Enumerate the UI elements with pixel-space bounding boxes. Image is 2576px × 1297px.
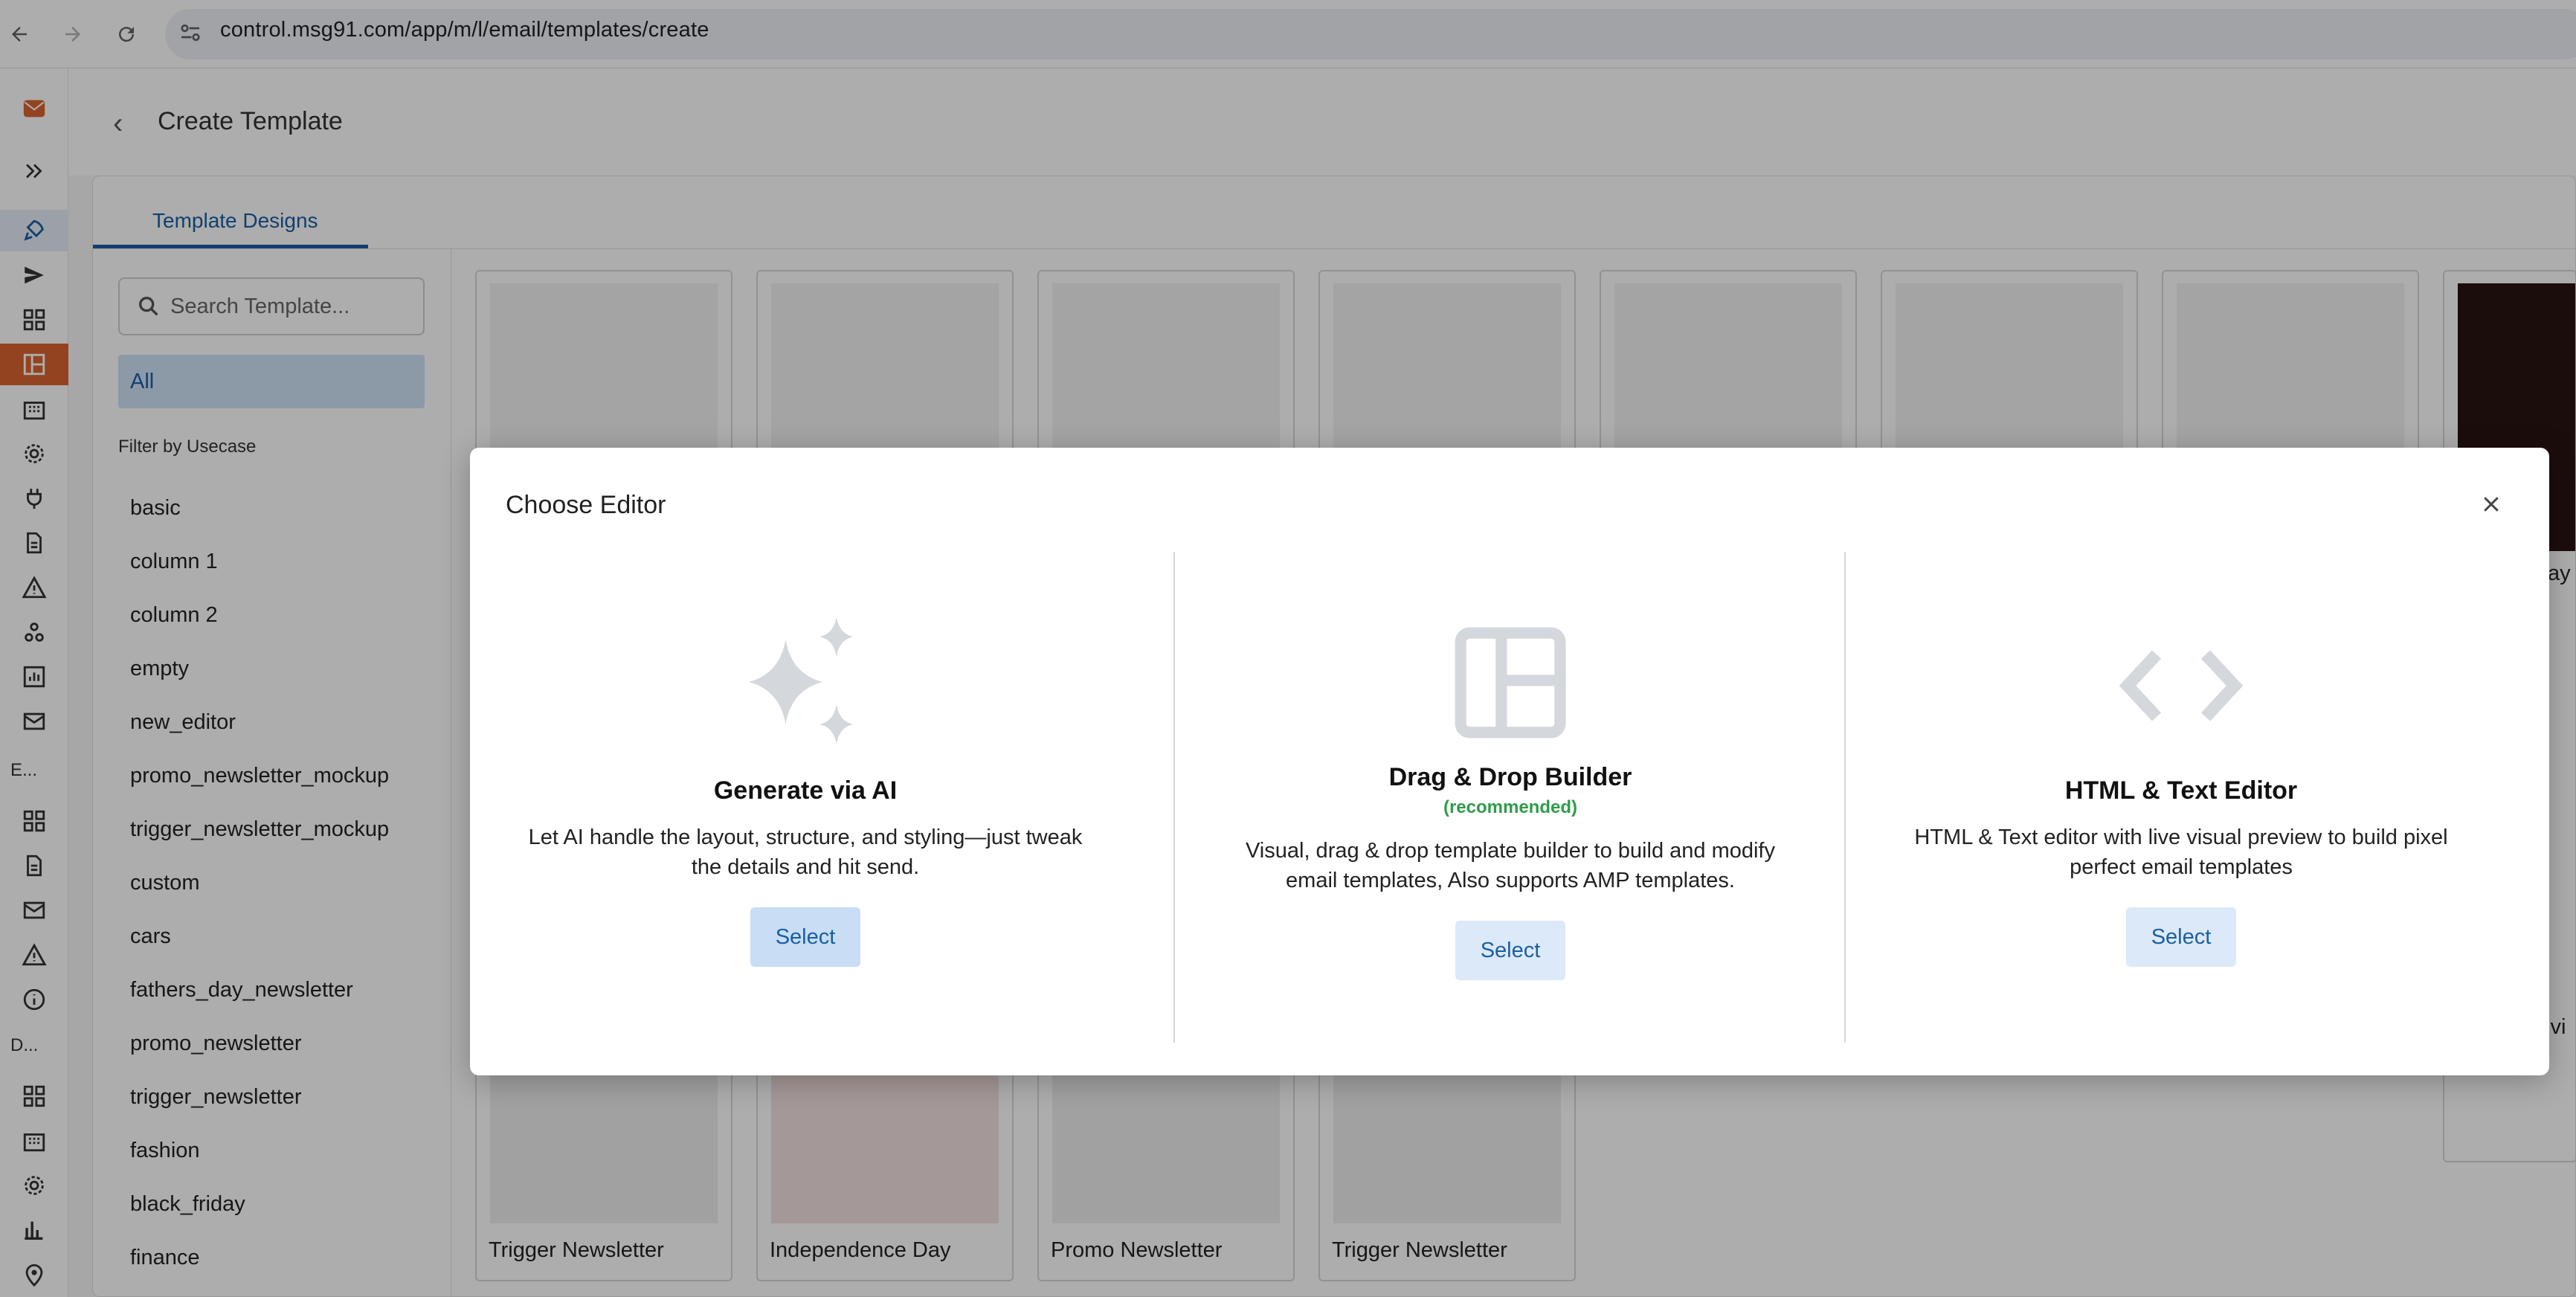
option-title: Generate via AI [713, 776, 898, 805]
editor-option-html: HTML & Text Editor HTML & Text editor wi… [1846, 552, 2517, 1043]
option-title: HTML & Text Editor [2064, 776, 2298, 805]
sparkles-icon [749, 617, 854, 744]
select-ai-button[interactable]: Select [750, 907, 860, 967]
layout-icon [1455, 627, 1566, 738]
close-icon[interactable] [2473, 486, 2509, 522]
option-description: Visual, drag & drop template builder to … [1245, 839, 1775, 892]
option-description: HTML & Text editor with live visual prev… [1914, 825, 2448, 879]
recommended-badge: (recommended) [1443, 797, 1578, 817]
code-icon [2119, 650, 2244, 721]
choose-editor-dialog: Choose Editor Generate via AI Let AI han… [470, 448, 2549, 1075]
option-description: Let AI handle the layout, structure, and… [528, 825, 1083, 879]
editor-option-drag-drop: Drag & Drop Builder (recommended) Visual… [1175, 552, 1846, 1043]
option-title: Drag & Drop Builder [1388, 763, 1632, 791]
editor-option-ai: Generate via AI Let AI handle the layout… [470, 552, 1141, 1043]
select-html-button[interactable]: Select [2126, 907, 2236, 967]
select-drag-drop-button[interactable]: Select [1455, 921, 1565, 980]
dialog-title: Choose Editor [506, 491, 666, 519]
